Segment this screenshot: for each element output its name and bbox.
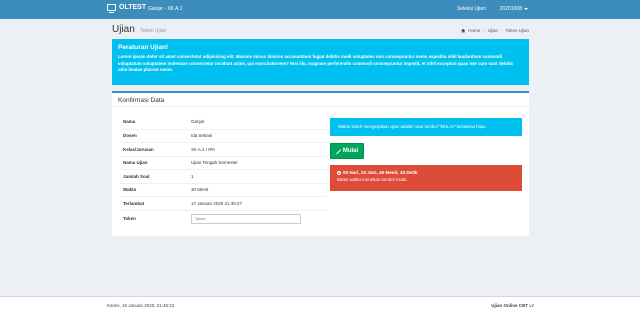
start-info-note: Waktu boleh mengerjakan ujian adalah saa… [330,118,522,136]
countdown-note: Batas waktu menekan tombol mulai. [337,177,408,182]
start-button-label: Mulai [342,148,359,154]
row-value: 1 [191,173,194,179]
row-label: Kelas/Jurusan [123,146,154,152]
row-label: Nama Ujian [123,160,148,166]
row-label: Jumlah Soal [123,173,150,179]
countdown-alert: 00 Hari, 23 Jam, 49 Menit, 34 Detik Bata… [330,165,522,191]
row-value: Ganjar [191,119,205,125]
footer-app-name: Ujian Online CBT [491,303,528,308]
row-label: Nama [123,119,136,125]
home-icon [461,28,466,33]
breadcrumb-ujian[interactable]: Ujian [488,28,498,33]
rules-text: Lorem ipsum dolor sit amet consectetur a… [118,54,513,73]
breadcrumb: Home › Ujian › Token Ujian [461,28,529,33]
row-value: Ida Setiani [191,133,213,139]
start-exam-button[interactable]: Mulai [330,143,364,159]
top-navbar: OLTEST Ganjar - XII.A.1 Seleksi Ujian 20… [0,0,640,19]
breadcrumb-separator: › [483,28,485,33]
row-label: Terlambat [123,200,145,206]
nav-item-seleksi-ujian[interactable]: Seleksi Ujian [457,6,486,12]
brand-name: OLTEST [119,4,147,11]
page-header: Ujian Token Ujian Home › Ujian › Token U… [112,24,529,38]
breadcrumb-separator: › [500,28,503,33]
row-label: Waktu [123,187,137,193]
user-id-label: 20201008 [499,6,522,12]
clock-icon [337,170,341,175]
countdown-line: 00 Hari, 23 Jam, 49 Menit, 34 Detik [337,170,515,175]
table-row: Nama Ujian Ujian Tengah Semester [120,155,326,170]
pencil-icon [336,149,341,154]
nav-menu: Seleksi Ujian 20201008 [457,6,528,12]
row-value: 17 Januari 2020 21:30:27 [191,200,243,206]
rules-title: Peraturan Ujian! [118,44,169,51]
page-footer: Kamis, 16 Januari 2020, 21:45:22 Ujian O… [0,296,640,314]
confirm-card-title: Konfirmasi Data [112,93,529,107]
breadcrumb-current: Token Ujian [505,28,529,33]
table-row: Kelas/Jurusan XII.A.1 / IPA [120,142,326,156]
row-value: 30 Menit [191,187,209,193]
brand-logo[interactable]: OLTEST [107,4,147,13]
countdown-text: 00 Hari, 23 Jam, 49 Menit, 34 Detik [343,170,418,175]
user-class-label: Ganjar - XII.A.1 [148,6,183,12]
footer-app: Ujian Online CBT v2 [491,303,534,308]
table-row-token: Token [120,209,326,227]
rules-callout: Peraturan Ujian! Lorem ipsum dolor sit a… [112,39,529,85]
breadcrumb-home[interactable]: Home [468,28,480,33]
table-row: Waktu 30 Menit [120,182,326,197]
footer-datetime: Kamis, 16 Januari 2020, 21:45:22 [107,303,175,308]
table-row: Dosen Ida Setiani [120,128,326,143]
footer-version: v2 [529,303,534,308]
row-label: Dosen [123,133,137,139]
token-input[interactable] [191,213,301,224]
caret-down-icon [524,7,528,10]
token-label: Token [123,216,136,221]
table-row: Nama Ganjar [120,115,326,129]
row-value: XII.A.1 / IPA [191,146,216,152]
table-row: Terlambat 17 Januari 2020 21:30:27 [120,196,326,210]
table-row: Jumlah Soal 1 [120,169,326,183]
confirm-card: Konfirmasi Data Nama Ganjar Dosen Ida Se… [112,91,529,236]
page-subtitle: Token Ujian [140,28,167,34]
page-title: Ujian [112,24,135,35]
user-dropdown[interactable]: 20201008 [500,6,528,12]
row-value: Ujian Tengah Semester [191,160,238,166]
monitor-icon [107,4,116,13]
info-table: Nama Ganjar Dosen Ida Setiani Kelas/Juru… [120,115,326,227]
